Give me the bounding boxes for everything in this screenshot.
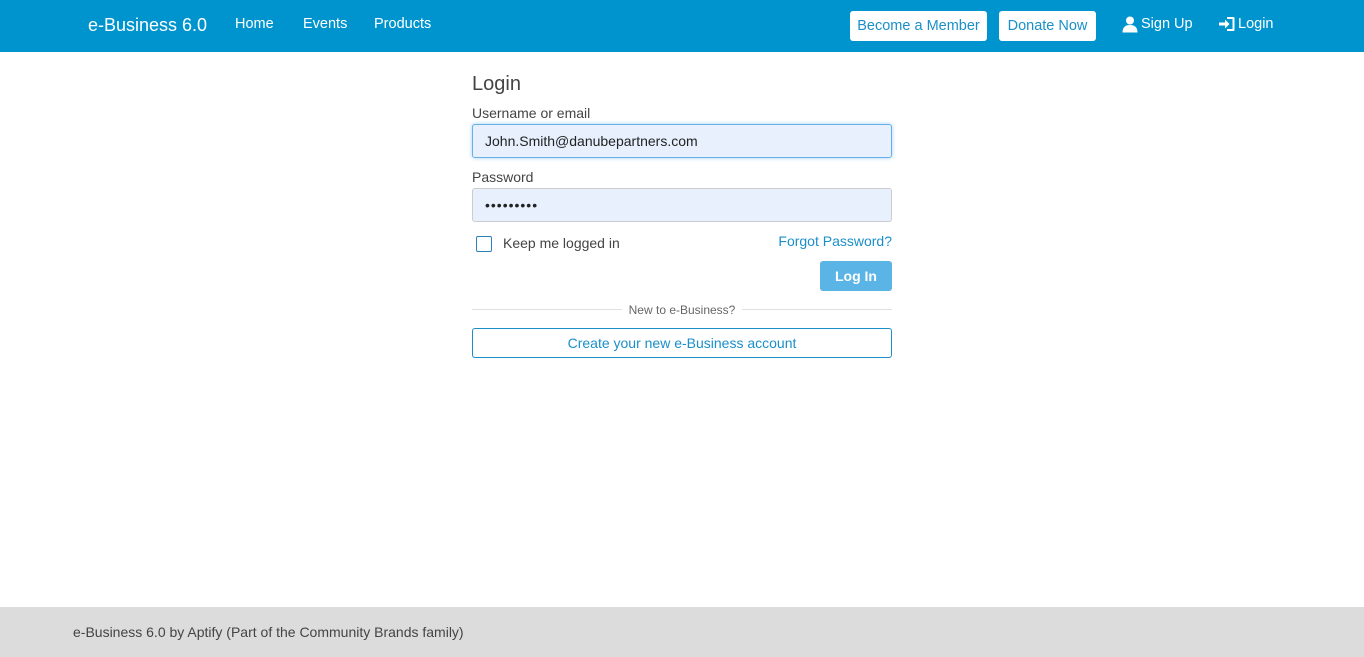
nav-products-link[interactable]: Products xyxy=(374,15,431,33)
become-member-button[interactable]: Become a Member xyxy=(850,11,987,41)
log-in-button[interactable]: Log In xyxy=(820,261,892,291)
username-label: Username or email xyxy=(472,105,591,121)
sign-up-label: Sign Up xyxy=(1141,16,1193,32)
user-icon xyxy=(1121,15,1139,33)
login-label: Login xyxy=(1238,16,1274,32)
login-link[interactable]: Login xyxy=(1218,15,1273,33)
username-input[interactable] xyxy=(472,124,892,158)
create-account-button[interactable]: Create your new e-Business account xyxy=(472,328,892,358)
footer-text: e-Business 6.0 by Aptify (Part of the Co… xyxy=(73,624,464,640)
top-navbar: e-Business 6.0 Home Events Products Beco… xyxy=(0,0,1364,52)
sign-in-icon xyxy=(1218,15,1236,33)
login-heading: Login xyxy=(472,73,521,95)
new-user-divider: New to e-Business? xyxy=(472,302,892,318)
keep-logged-in-label[interactable]: Keep me logged in xyxy=(503,234,620,252)
donate-now-button[interactable]: Donate Now xyxy=(999,11,1096,41)
nav-home-link[interactable]: Home xyxy=(235,15,274,33)
divider-text: New to e-Business? xyxy=(622,303,742,317)
keep-logged-in-checkbox[interactable] xyxy=(476,236,492,252)
footer: e-Business 6.0 by Aptify (Part of the Co… xyxy=(0,607,1364,657)
forgot-password-link[interactable]: Forgot Password? xyxy=(778,232,892,250)
nav-events-link[interactable]: Events xyxy=(303,15,347,33)
sign-up-link[interactable]: Sign Up xyxy=(1121,15,1193,33)
password-label: Password xyxy=(472,169,534,185)
brand-link[interactable]: e-Business 6.0 xyxy=(88,13,207,37)
password-input[interactable] xyxy=(472,188,892,222)
